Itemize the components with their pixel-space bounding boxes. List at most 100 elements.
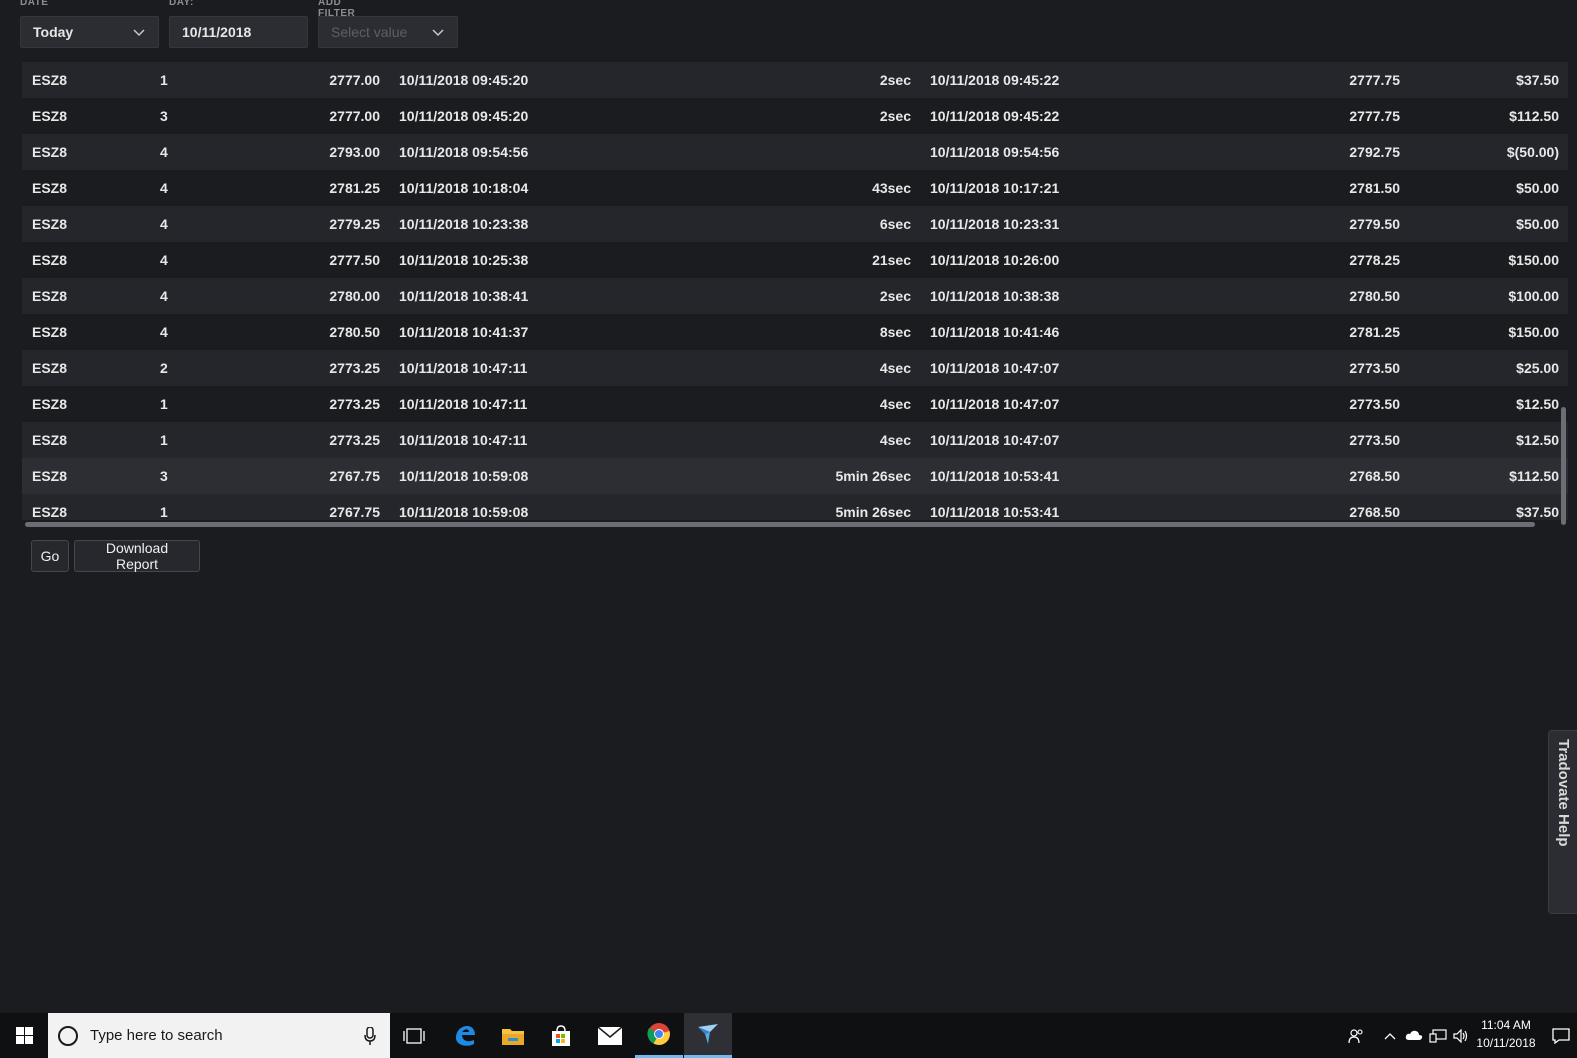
entry-time-cell: 10/11/2018 10:47:11 [399, 396, 528, 412]
quantity-cell: 4 [160, 144, 168, 160]
day-input[interactable]: 10/11/2018 [169, 16, 308, 48]
table-row[interactable]: ESZ8 2 2773.25 10/11/2018 10:47:11 4sec 10/11… [22, 350, 1568, 386]
vertical-scroll-thumb[interactable] [1561, 407, 1566, 525]
mail-icon [598, 1026, 622, 1045]
exit-time-cell: 10/11/2018 10:17:21 [930, 180, 1060, 196]
table-row[interactable]: ESZ8 1 2773.25 10/11/2018 10:47:11 4sec 10/11… [22, 386, 1568, 422]
tradovate-button[interactable] [684, 1013, 732, 1058]
help-tab[interactable]: Tradovate Help [1548, 730, 1577, 914]
add-filter-select[interactable]: Select value [318, 16, 458, 48]
duration-cell: 2sec [879, 72, 911, 88]
exit-price-cell: 2777.75 [1349, 72, 1400, 88]
date-select-value: Today [33, 24, 74, 40]
table-row[interactable]: ESZ8 4 2779.25 10/11/2018 10:23:38 6sec 10/11… [22, 206, 1568, 242]
taskbar-search-placeholder: Type here to search [90, 1027, 223, 1044]
microphone-icon[interactable] [364, 1026, 376, 1045]
pnl-cell: $(50.00) [1506, 144, 1559, 160]
people-button[interactable] [1342, 1013, 1370, 1058]
store-icon [552, 1024, 570, 1046]
volume-button[interactable] [1450, 1013, 1472, 1058]
day-filter-label: DAY: [169, 0, 194, 8]
task-view-icon [403, 1027, 425, 1044]
exit-time-cell: 10/11/2018 10:26:00 [930, 252, 1060, 268]
exit-time-cell: 10/11/2018 09:54:56 [930, 144, 1060, 160]
start-button[interactable] [0, 1013, 48, 1058]
download-report-button[interactable]: Download Report [74, 540, 200, 572]
table-row[interactable]: ESZ8 3 2777.00 10/11/2018 09:45:20 2sec 10/11… [22, 98, 1568, 134]
table-row[interactable]: ESZ8 3 2767.75 10/11/2018 10:59:08 5min 26se… [22, 458, 1568, 494]
edge-icon [456, 1025, 475, 1046]
clock-time: 11:04 AM [1481, 1018, 1531, 1032]
quantity-cell: 4 [160, 324, 168, 340]
table-row[interactable]: ESZ8 4 2780.50 10/11/2018 10:41:37 8sec 10/11… [22, 314, 1568, 350]
symbol-cell: ESZ8 [32, 252, 68, 268]
exit-price-cell: 2768.50 [1349, 468, 1400, 484]
entry-price-cell: 2780.50 [329, 324, 380, 340]
entry-time-cell: 10/11/2018 10:59:08 [399, 504, 529, 520]
chrome-button[interactable] [635, 1013, 683, 1058]
pnl-cell: $37.50 [1516, 72, 1559, 88]
entry-price-cell: 2777.00 [329, 108, 380, 124]
taskbar-clock[interactable]: 11:04 AM 10/11/2018 [1470, 1016, 1542, 1052]
horizontal-scrollbar[interactable] [22, 520, 1568, 528]
windows-icon [15, 1027, 33, 1044]
symbol-cell: ESZ8 [32, 504, 68, 520]
entry-time-cell: 10/11/2018 10:47:11 [399, 360, 528, 376]
table-row[interactable]: ESZ8 1 2773.25 10/11/2018 10:47:11 4sec 10/11… [22, 422, 1568, 458]
action-center-button[interactable] [1545, 1013, 1577, 1058]
quantity-cell: 4 [160, 288, 168, 304]
onedrive-button[interactable] [1403, 1013, 1425, 1058]
symbol-cell: ESZ8 [32, 324, 68, 340]
duration-cell: 4sec [879, 360, 911, 376]
entry-time-cell: 10/11/2018 10:41:37 [399, 324, 529, 340]
file-explorer-icon [502, 1028, 524, 1045]
quantity-cell: 4 [160, 180, 168, 196]
clock-date: 10/11/2018 [1476, 1036, 1536, 1050]
store-button[interactable] [537, 1013, 585, 1058]
table-row[interactable]: ESZ8 4 2793.00 10/11/2018 09:54:56 10/11/201… [22, 134, 1568, 170]
entry-price-cell: 2767.75 [329, 468, 380, 484]
show-hidden-icons-button[interactable] [1380, 1013, 1400, 1058]
exit-price-cell: 2781.50 [1349, 180, 1400, 196]
entry-price-cell: 2773.25 [329, 396, 380, 412]
table-row[interactable]: ESZ8 4 2780.00 10/11/2018 10:38:41 2sec 10/11… [22, 278, 1568, 314]
taskbar-search[interactable]: Type here to search [48, 1013, 390, 1058]
mail-button[interactable] [586, 1013, 634, 1058]
duration-cell: 43sec [872, 180, 911, 196]
quantity-cell: 3 [160, 468, 168, 484]
go-button[interactable]: Go [31, 540, 69, 572]
symbol-cell: ESZ8 [32, 216, 68, 232]
duration-cell: 5min 26sec [835, 504, 912, 520]
pnl-cell: $37.50 [1516, 504, 1559, 520]
taskbar: Type here to search 11:04 AM 10/11/2018 [0, 1013, 1577, 1058]
duration-cell: 5min 26sec [835, 468, 912, 484]
task-view-button[interactable] [390, 1013, 438, 1058]
exit-time-cell: 10/11/2018 09:45:22 [930, 108, 1060, 124]
quantity-cell: 1 [160, 504, 168, 520]
entry-price-cell: 2793.00 [329, 144, 380, 160]
pnl-cell: $25.00 [1516, 360, 1559, 376]
duration-cell: 4sec [879, 396, 911, 412]
quantity-cell: 4 [160, 252, 168, 268]
chevron-down-icon [133, 29, 145, 37]
table-row[interactable]: ESZ8 1 2767.75 10/11/2018 10:59:08 5min 26se… [22, 494, 1568, 522]
pnl-cell: $50.00 [1516, 180, 1559, 196]
table-row[interactable]: ESZ8 4 2777.50 10/11/2018 10:25:38 21sec 10/1… [22, 242, 1568, 278]
horizontal-scroll-thumb[interactable] [25, 522, 1535, 527]
table-row[interactable]: ESZ8 4 2781.25 10/11/2018 10:18:04 43sec 10/1… [22, 170, 1568, 206]
exit-time-cell: 10/11/2018 09:45:22 [930, 72, 1060, 88]
entry-time-cell: 10/11/2018 10:59:08 [399, 468, 529, 484]
entry-time-cell: 10/11/2018 10:18:04 [399, 180, 529, 196]
edge-button[interactable] [441, 1013, 489, 1058]
network-icon [1429, 1028, 1447, 1043]
duration-cell: 21sec [872, 252, 911, 268]
vertical-scrollbar[interactable] [1559, 62, 1568, 528]
table-row[interactable]: ESZ8 1 2777.00 10/11/2018 09:45:20 2sec 10/11… [22, 62, 1568, 98]
symbol-cell: ESZ8 [32, 144, 68, 160]
entry-time-cell: 10/11/2018 09:54:56 [399, 144, 529, 160]
entry-price-cell: 2777.00 [329, 72, 380, 88]
file-explorer-button[interactable] [489, 1013, 537, 1058]
date-select[interactable]: Today [20, 16, 159, 48]
network-button[interactable] [1427, 1013, 1449, 1058]
exit-price-cell: 2773.50 [1349, 360, 1400, 376]
